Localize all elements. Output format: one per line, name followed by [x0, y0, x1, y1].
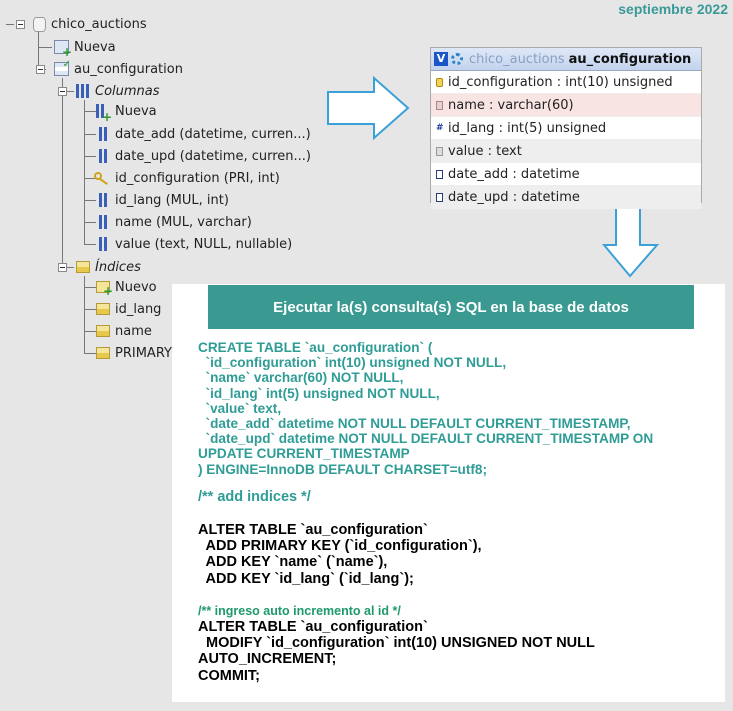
column-icon	[96, 149, 110, 163]
tree-table[interactable]: au_configuration	[54, 58, 183, 80]
tree-columns-group[interactable]: Columnas	[76, 80, 160, 102]
execute-sql-header[interactable]: Ejecutar la(s) consulta(s) SQL en la bas…	[208, 285, 694, 329]
tree-index[interactable]: name	[96, 320, 152, 342]
number-field-icon: #	[436, 122, 444, 133]
string-field-icon	[436, 100, 443, 110]
new-column-icon	[96, 104, 112, 124]
arrow-right-icon	[327, 76, 410, 140]
table-card-db: chico_auctions	[469, 51, 565, 67]
collapse-db-toggle[interactable]	[16, 20, 25, 29]
index-icon	[96, 347, 110, 359]
primary-key-icon	[436, 77, 443, 87]
autoincrement-comment: /** ingreso auto incremento al id */	[198, 604, 401, 618]
text-field-icon	[436, 146, 443, 156]
database-icon	[33, 16, 46, 32]
alter-indices-sql: ALTER TABLE `au_configuration` ADD PRIMA…	[198, 522, 482, 587]
column-icon	[96, 193, 110, 207]
collapse-indexes-toggle[interactable]	[58, 263, 67, 272]
field-row: date_upd : datetime	[431, 186, 701, 209]
columns-icon	[76, 84, 90, 98]
datetime-field-icon	[436, 169, 443, 179]
table-card-header[interactable]: V chico_auctions au_configuration	[431, 48, 701, 71]
field-row: # id_lang : int(5) unsigned	[431, 117, 701, 140]
date-label: septiembre 2022	[618, 1, 728, 17]
tree-column[interactable]: date_add (datetime, curren...)	[96, 123, 311, 145]
tree-column[interactable]: id_lang (MUL, int)	[96, 189, 229, 211]
arrow-down-icon	[602, 198, 660, 278]
new-table-icon	[54, 40, 72, 59]
field-row: value : text	[431, 140, 701, 163]
index-icon	[96, 325, 110, 337]
gear-icon[interactable]	[451, 53, 463, 65]
collapse-columns-toggle[interactable]	[58, 87, 67, 96]
column-icon	[96, 215, 110, 229]
index-icon	[96, 303, 110, 315]
tree-column[interactable]: name (MUL, varchar)	[96, 211, 252, 233]
indices-comment: /** add indices */	[198, 489, 311, 505]
table-card-title: au_configuration	[568, 51, 692, 67]
sql-panel: Ejecutar la(s) consulta(s) SQL en la bas…	[172, 284, 725, 702]
table-structure-card[interactable]: V chico_auctions au_configuration id_con…	[430, 47, 702, 209]
new-index-icon	[96, 281, 113, 298]
alter-autoincrement-sql: ALTER TABLE `au_configuration` MODIFY `i…	[198, 619, 595, 684]
tree-db[interactable]: chico_auctions	[33, 13, 147, 35]
tree-index[interactable]: PRIMARY	[96, 342, 172, 364]
column-icon	[96, 127, 110, 141]
tree-new-index[interactable]: Nuevo	[96, 276, 157, 298]
view-badge[interactable]: V	[434, 52, 448, 66]
field-row: id_configuration : int(10) unsigned	[431, 71, 701, 94]
datetime-field-icon	[436, 192, 443, 202]
indexes-icon	[76, 261, 90, 273]
tree-indexes-group[interactable]: Índices	[76, 256, 141, 278]
column-icon	[96, 237, 110, 251]
tree-column[interactable]: value (text, NULL, nullable)	[96, 233, 292, 255]
tree-new-table[interactable]: Nueva	[54, 36, 116, 59]
collapse-table-toggle[interactable]	[36, 65, 45, 74]
tree-new-column[interactable]: Nueva	[96, 100, 157, 124]
tree-index[interactable]: id_lang	[96, 298, 161, 320]
field-row: name : varchar(60)	[431, 94, 701, 117]
field-row: date_add : datetime	[431, 163, 701, 186]
primary-key-icon	[94, 171, 110, 185]
tree-column[interactable]: id_configuration (PRI, int)	[94, 167, 280, 189]
table-icon	[54, 59, 71, 76]
tree-column[interactable]: date_upd (datetime, curren...)	[96, 145, 311, 167]
create-table-sql: CREATE TABLE `au_configuration` ( `id_co…	[198, 340, 654, 477]
